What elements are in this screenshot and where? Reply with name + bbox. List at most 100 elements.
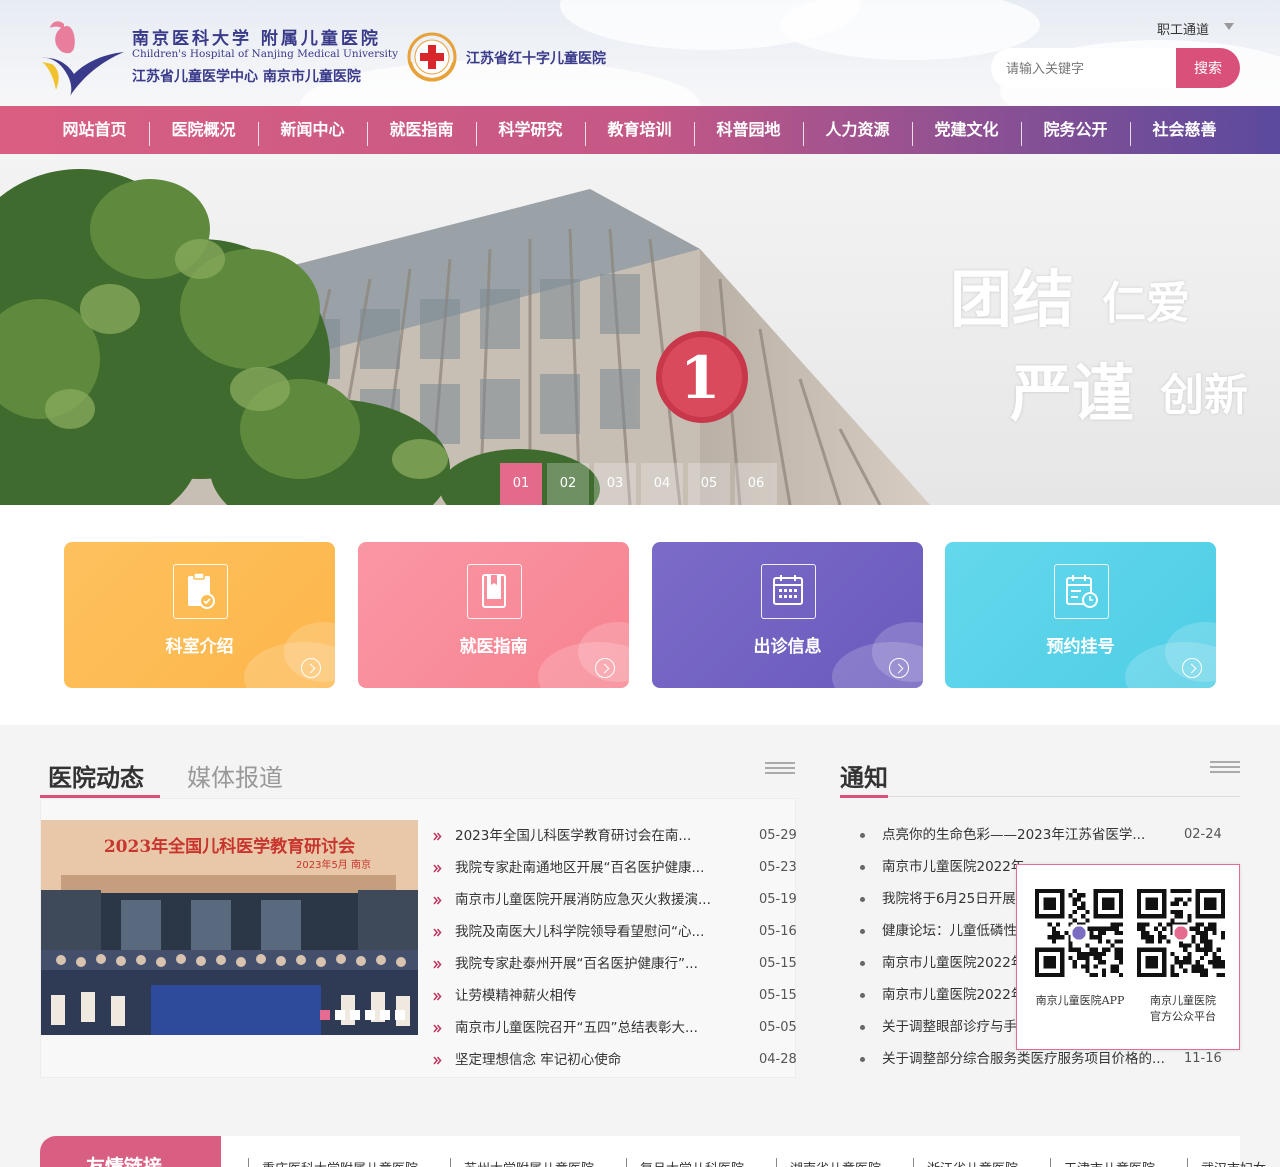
- notice-title: 关于调整眼部诊疗与手: [882, 1019, 1017, 1035]
- slide-indicator-3[interactable]: [350, 1010, 360, 1020]
- arrow-right-icon[interactable]: [301, 658, 321, 678]
- hospital-subtitle: 江苏省儿童医学中心 南京市儿童医院: [132, 69, 361, 85]
- nav-item-10[interactable]: 院务公开: [1021, 106, 1130, 154]
- app-qr-code[interactable]: [1035, 889, 1123, 977]
- wechat-qr-label-line2: 官方公众平台: [1150, 1010, 1216, 1023]
- nav-item-7[interactable]: 科普园地: [694, 106, 803, 154]
- news-item[interactable]: 2023年全国儿科医学教育研讨会在南... 05-29: [433, 820, 797, 852]
- carousel-dot-3[interactable]: 03: [594, 463, 636, 505]
- staff-channel-link[interactable]: 职工通道: [1157, 19, 1209, 38]
- carousel-dot-5[interactable]: 05: [688, 463, 730, 505]
- calendar-icon: [761, 564, 816, 619]
- news-date: 04-28: [759, 1052, 797, 1067]
- card-visit-guide[interactable]: 就医指南: [358, 542, 629, 688]
- carousel-dot-1[interactable]: 01: [500, 463, 542, 505]
- nav-item-8[interactable]: 人力资源: [803, 106, 912, 154]
- arrow-right-icon[interactable]: [1182, 658, 1202, 678]
- news-item[interactable]: 南京市儿童医院召开“五四”总结表彰大... 05-05: [433, 1012, 797, 1044]
- friendly-link[interactable]: 武汉市妇女: [1201, 1158, 1266, 1167]
- search-input[interactable]: [991, 48, 1181, 88]
- more-notices-icon[interactable]: [1210, 761, 1240, 775]
- nav-item-4[interactable]: 就医指南: [367, 106, 476, 154]
- quick-links: 科室介绍 就医指南 出诊信息 预约挂号: [0, 505, 1280, 725]
- news-item[interactable]: 让劳模精神薪火相传 05-15: [433, 980, 797, 1012]
- card-label: 就医指南: [459, 637, 528, 657]
- news-item[interactable]: 坚定理想信念 牢记初心使命 04-28: [433, 1044, 797, 1076]
- double-chevron-icon: [433, 992, 442, 1001]
- news-date: 05-23: [759, 860, 797, 875]
- news-item[interactable]: 我院专家赴南通地区开展“百名医护健康... 05-23: [433, 852, 797, 884]
- slide-indicator-5[interactable]: [380, 1010, 390, 1020]
- tab-hospital-news[interactable]: 医院动态: [48, 758, 144, 793]
- notice-item[interactable]: 点亮你的生命色彩——2023年江苏省医学... 02-24: [860, 819, 1222, 851]
- card-appointment[interactable]: 预约挂号: [945, 542, 1216, 688]
- tab-media-reports[interactable]: 媒体报道: [187, 758, 283, 793]
- site-header: 南京医科大学 附属儿童医院 Children's Hospital of Nan…: [0, 0, 1280, 106]
- nav-item-6[interactable]: 教育培训: [585, 106, 694, 154]
- hospital-logo[interactable]: [38, 18, 133, 98]
- bullet-icon: [860, 929, 865, 934]
- card-clinic-schedule[interactable]: 出诊信息: [652, 542, 923, 688]
- news-image-slider[interactable]: 2023年全国儿科医学教育研讨会 2023年5月 南京: [41, 820, 418, 1035]
- friendly-link[interactable]: 浙江省儿童医院: [927, 1158, 1018, 1167]
- nav-item-11[interactable]: 社会慈善: [1130, 106, 1239, 154]
- nav-item-5[interactable]: 科学研究: [476, 106, 585, 154]
- friendly-link[interactable]: 苏州大学附属儿童医院: [464, 1158, 594, 1167]
- nav-item-3[interactable]: 新闻中心: [258, 106, 367, 154]
- red-cross-hospital-name: 江苏省红十字儿童医院: [466, 51, 606, 67]
- notice-title: 南京市儿童医院2022年: [882, 955, 1025, 971]
- slide-indicator-1[interactable]: [320, 1010, 330, 1020]
- friendly-link[interactable]: 重庆医科大学附属儿童医院: [262, 1158, 418, 1167]
- news-title: 我院专家赴泰州开展“百名医护健康行”...: [455, 956, 698, 972]
- more-news-icon[interactable]: [765, 762, 795, 776]
- link-separator: [626, 1158, 627, 1167]
- banner-carousel[interactable]: 1 团结 仁爱 严谨 创新: [0, 159, 1280, 505]
- news-item[interactable]: 我院及南医大儿科学院领导看望慰问“心... 05-16: [433, 916, 797, 948]
- notice-title: 南京市儿童医院2022年: [882, 859, 1025, 875]
- book-icon: [467, 564, 522, 619]
- carousel-dot-2[interactable]: 02: [547, 463, 589, 505]
- slogan-unity: 团结: [950, 263, 1075, 336]
- wechat-qr-code[interactable]: [1137, 889, 1225, 977]
- double-chevron-icon: [433, 928, 442, 937]
- double-chevron-icon: [433, 1024, 442, 1033]
- photo-subline: 2023年5月 南京: [296, 860, 371, 871]
- carousel-dot-4[interactable]: 04: [641, 463, 683, 505]
- friendly-link[interactable]: 湖南省儿童医院: [790, 1158, 881, 1167]
- slide-indicator-6[interactable]: [395, 1010, 405, 1020]
- card-department-intro[interactable]: 科室介绍: [64, 542, 335, 688]
- arrow-right-icon[interactable]: [889, 658, 909, 678]
- news-title: 我院专家赴南通地区开展“百名医护健康...: [455, 860, 705, 876]
- photo-headline: 2023年全国儿科医学教育研讨会: [103, 837, 356, 857]
- news-item[interactable]: 南京市儿童医院开展消防应急灭火救援演... 05-19: [433, 884, 797, 916]
- bullet-icon: [860, 897, 865, 902]
- arrow-right-icon[interactable]: [595, 658, 615, 678]
- app-qr-label: 南京儿童医院APP: [1035, 994, 1125, 1007]
- news-date: 05-16: [759, 924, 797, 939]
- bullet-icon: [860, 1025, 865, 1030]
- news-item[interactable]: 我院专家赴泰州开展“百名医护健康行”... 05-15: [433, 948, 797, 980]
- clipboard-check-icon: [173, 564, 228, 619]
- nav-item-2[interactable]: 医院概况: [149, 106, 258, 154]
- double-chevron-icon: [433, 1056, 442, 1065]
- notice-underline: [840, 795, 888, 798]
- red-cross-logo: [407, 32, 457, 82]
- notice-title: 南京市儿童医院2022年: [882, 987, 1025, 1003]
- slide-indicator-2[interactable]: [335, 1010, 345, 1020]
- carousel-dot-6[interactable]: 06: [735, 463, 777, 505]
- search-button[interactable]: 搜索: [1176, 48, 1240, 88]
- hospital-name-cn: 南京医科大学 附属儿童医院: [132, 29, 381, 49]
- slogan-rigor: 严谨: [1010, 357, 1135, 430]
- friendly-link[interactable]: 天津市儿童医院: [1064, 1158, 1155, 1167]
- banner-image: [0, 159, 1280, 505]
- notice-title: 健康论坛：儿童低磷性: [882, 923, 1017, 939]
- chevron-down-icon[interactable]: [1224, 23, 1234, 30]
- slogan-benevolence: 仁爱: [1102, 278, 1190, 329]
- double-chevron-icon: [433, 960, 442, 969]
- nav-item-1[interactable]: 网站首页: [40, 106, 149, 154]
- nav-item-9[interactable]: 党建文化: [912, 106, 1021, 154]
- friendly-link[interactable]: 复旦大学儿科医院: [640, 1158, 744, 1167]
- bullet-icon: [860, 961, 865, 966]
- slide-indicator-4[interactable]: [365, 1010, 375, 1020]
- notice-divider: [840, 796, 1240, 797]
